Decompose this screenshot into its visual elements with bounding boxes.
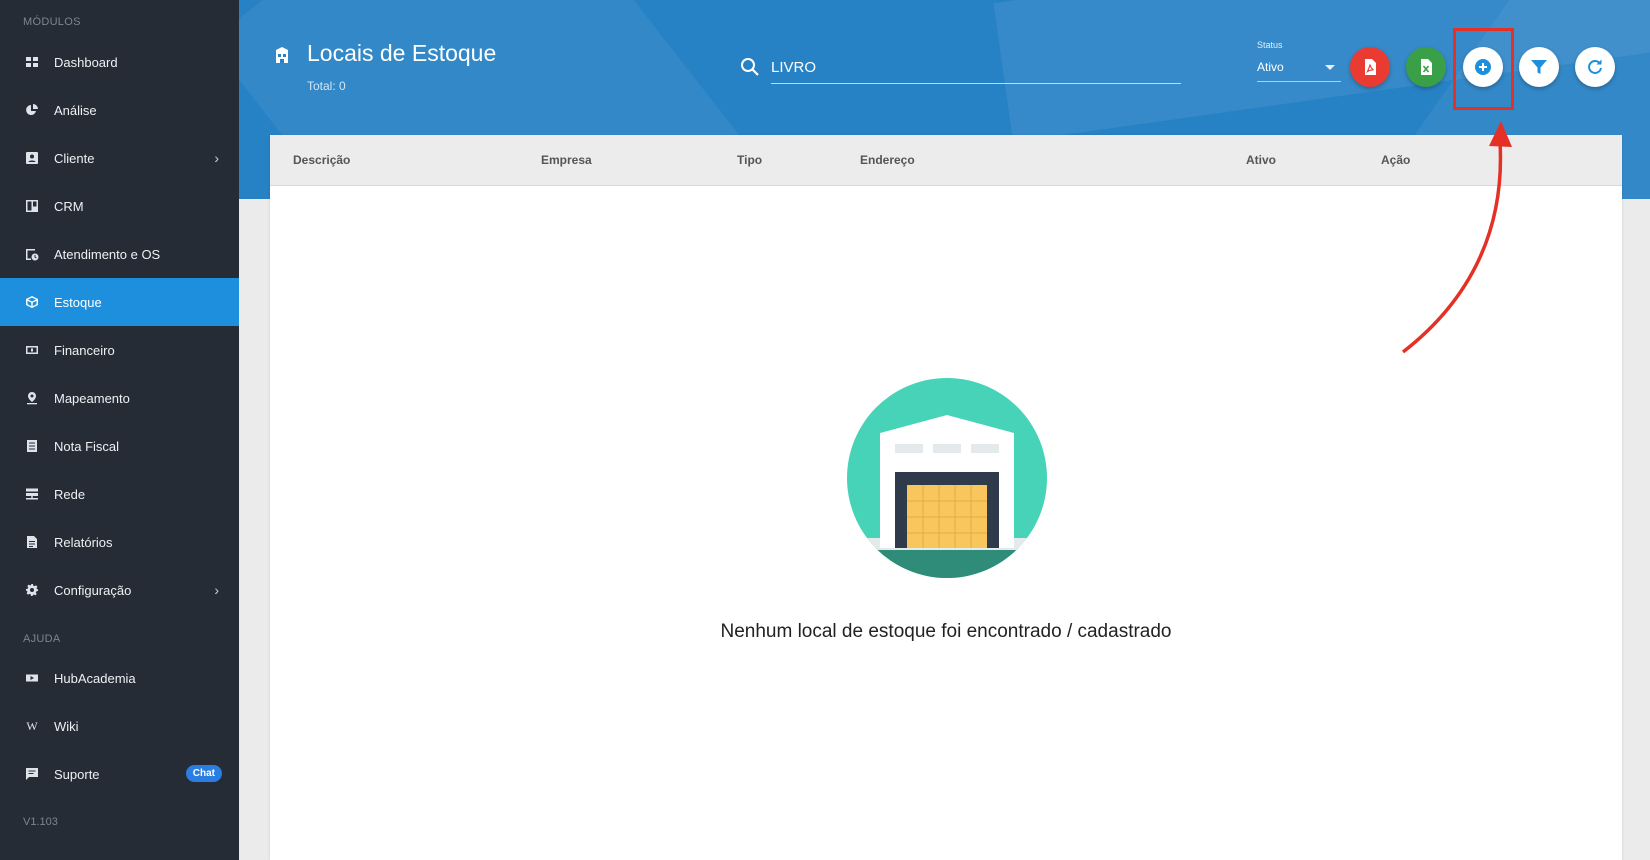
sidebar-item-atendimento[interactable]: Atendimento e OS: [0, 230, 239, 278]
app-version: V1.103: [23, 816, 58, 828]
export-excel-button[interactable]: [1406, 47, 1446, 87]
grid-icon: [25, 55, 39, 69]
export-pdf-button[interactable]: [1350, 47, 1390, 87]
sidebar-item-crm[interactable]: CRM: [0, 182, 239, 230]
status-dropdown[interactable]: Ativo: [1257, 60, 1341, 82]
filter-button[interactable]: [1519, 47, 1559, 87]
refresh-button[interactable]: [1575, 47, 1615, 87]
sidebar-item-label: CRM: [54, 198, 84, 214]
status-label: Status: [1257, 40, 1283, 50]
sidebar-item-estoque[interactable]: Estoque: [0, 278, 239, 326]
box-icon: [25, 295, 39, 309]
column-header-ativo[interactable]: Ativo: [1246, 153, 1276, 167]
sidebar-item-label: Cliente: [54, 150, 95, 166]
column-header-tipo[interactable]: Tipo: [737, 153, 762, 167]
pie-chart-icon: [25, 103, 39, 117]
wikipedia-icon: W: [26, 718, 38, 733]
search-input[interactable]: [771, 52, 1181, 84]
sidebar-item-label: Wiki: [54, 718, 79, 734]
youtube-icon: [25, 671, 39, 685]
chevron-right-icon: ›: [214, 150, 219, 166]
search-bar: [739, 48, 1181, 88]
sidebar-item-label: Financeiro: [54, 342, 115, 358]
sidebar-item-analise[interactable]: Análise: [0, 86, 239, 134]
sidebar-item-label: HubAcademia: [54, 670, 136, 686]
section-label-help: AJUDA: [23, 633, 61, 645]
network-icon: [25, 487, 39, 501]
sidebar-item-wiki[interactable]: W Wiki: [0, 702, 239, 750]
sidebar-item-label: Relatórios: [54, 534, 113, 550]
main-area: Locais de Estoque Total: 0 Status Ativo: [239, 0, 1650, 860]
sidebar-item-financeiro[interactable]: Financeiro: [0, 326, 239, 374]
section-label-modules: MÓDULOS: [23, 16, 81, 28]
search-icon: [741, 58, 759, 76]
board-icon: [25, 199, 39, 213]
sidebar-item-label: Mapeamento: [54, 390, 130, 406]
table-header: Descrição Empresa Tipo Endereço Ativo Aç…: [270, 135, 1622, 186]
refresh-icon: [1588, 59, 1602, 74]
sidebar-item-dashboard[interactable]: Dashboard: [0, 38, 239, 86]
column-header-acao: Ação: [1381, 153, 1411, 167]
status-select[interactable]: Status Ativo: [1257, 38, 1341, 82]
sidebar-item-mapeamento[interactable]: Mapeamento: [0, 374, 239, 422]
receipt-icon: [25, 439, 39, 453]
pdf-icon: [1365, 59, 1376, 75]
status-value: Ativo: [1257, 60, 1284, 74]
chat-badge[interactable]: Chat: [185, 765, 222, 782]
sidebar-item-nota-fiscal[interactable]: Nota Fiscal: [0, 422, 239, 470]
column-header-endereco[interactable]: Endereço: [860, 153, 915, 167]
column-header-descricao[interactable]: Descrição: [293, 153, 350, 167]
gear-icon: [25, 583, 39, 597]
chevron-right-icon: ›: [214, 582, 219, 598]
column-header-empresa[interactable]: Empresa: [541, 153, 592, 167]
sidebar-item-label: Dashboard: [54, 54, 118, 70]
sidebar-item-configuracao[interactable]: Configuração ›: [0, 566, 239, 614]
sidebar-item-label: Atendimento e OS: [54, 246, 161, 262]
sidebar-item-label: Análise: [54, 102, 97, 118]
map-pin-icon: [25, 391, 39, 405]
page-title: Locais de Estoque: [307, 40, 497, 66]
sidebar-item-hubacademia[interactable]: HubAcademia: [0, 654, 239, 702]
sidebar-item-label: Rede: [54, 486, 86, 502]
sidebar-item-rede[interactable]: Rede: [0, 470, 239, 518]
empty-state-message: Nenhum local de estoque foi encontrado /…: [720, 621, 1172, 642]
sidebar-item-label: Nota Fiscal: [54, 438, 120, 454]
contact-card-icon: [25, 151, 39, 165]
sidebar-item-cliente[interactable]: Cliente ›: [0, 134, 239, 182]
highlight-annotation: [1453, 28, 1514, 110]
document-icon: [25, 535, 39, 549]
sidebar: MÓDULOS Dashboard Análise Cliente › CRM …: [0, 0, 239, 860]
table-card: Descrição Empresa Tipo Endereço Ativo Aç…: [270, 135, 1622, 860]
excel-icon: [1421, 59, 1432, 75]
dropdown-caret-icon: [1325, 65, 1335, 70]
total-count: Total: 0: [307, 79, 346, 93]
sidebar-item-label: Estoque: [54, 294, 102, 310]
warehouse-icon: [276, 47, 288, 63]
sidebar-item-relatorios[interactable]: Relatórios: [0, 518, 239, 566]
sidebar-item-suporte[interactable]: Suporte Chat: [0, 750, 239, 798]
calendar-clock-icon: [25, 247, 39, 261]
money-icon: [25, 343, 39, 357]
sidebar-item-label: Suporte: [54, 766, 100, 782]
warehouse-illustration: [847, 378, 1047, 578]
chat-icon: [25, 767, 39, 781]
sidebar-item-label: Configuração: [54, 582, 132, 598]
filter-icon: [1531, 60, 1547, 74]
